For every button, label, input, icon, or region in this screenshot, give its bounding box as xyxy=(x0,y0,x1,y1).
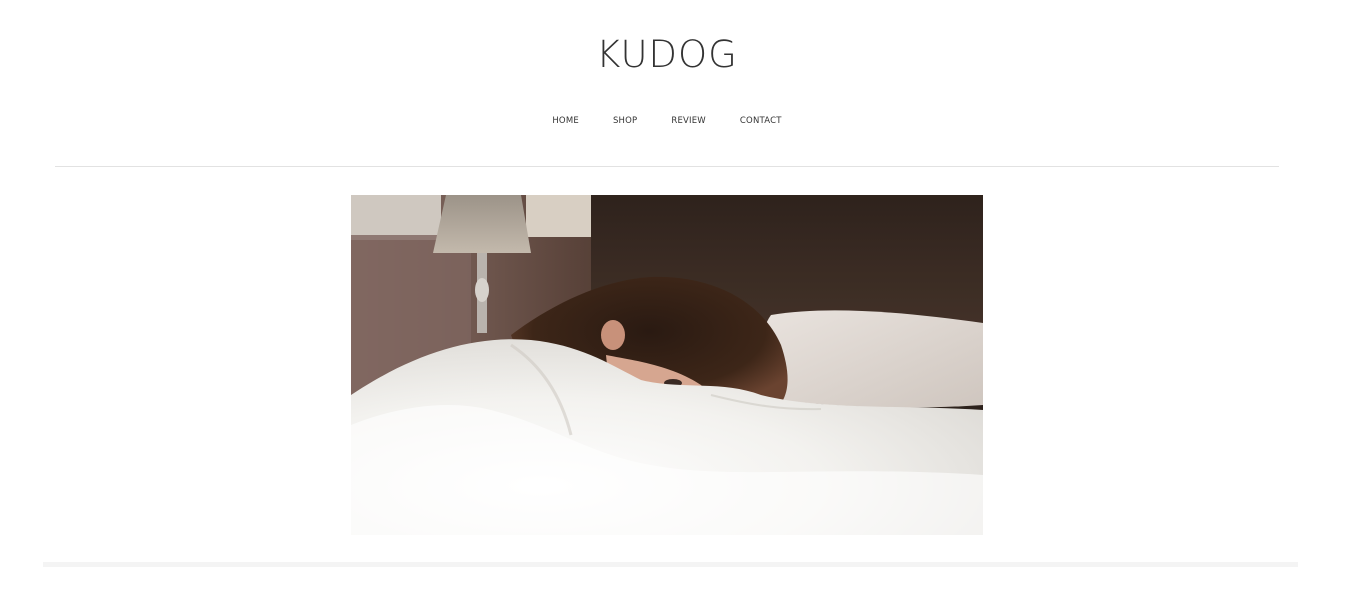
hero-image xyxy=(351,195,983,535)
page: KUDOG HOME SHOP REVIEW CONTACT xyxy=(0,0,1366,605)
nav-item-contact[interactable]: CONTACT xyxy=(723,114,799,128)
nav-item-shop[interactable]: SHOP xyxy=(596,114,654,128)
hero-photo xyxy=(351,195,983,535)
header-divider xyxy=(55,166,1279,167)
site-title[interactable]: KUDOG xyxy=(0,32,1334,78)
main-nav: HOME SHOP REVIEW CONTACT xyxy=(0,114,1334,128)
footer-divider xyxy=(43,562,1298,567)
nav-item-review[interactable]: REVIEW xyxy=(654,114,723,128)
nav-item-home[interactable]: HOME xyxy=(535,114,596,128)
